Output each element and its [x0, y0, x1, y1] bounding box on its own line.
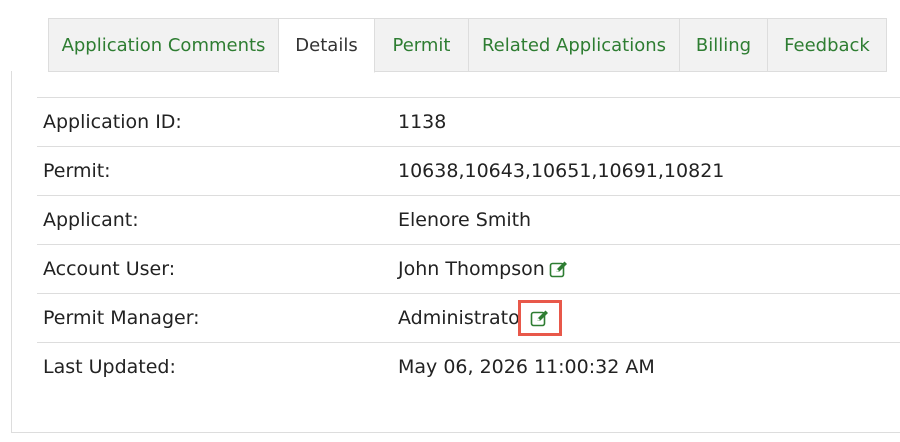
tab-feedback[interactable]: Feedback: [767, 18, 887, 72]
detail-row-last-updated: Last Updated: May 06, 2026 11:00:32 AM: [37, 343, 900, 391]
highlighted-edit-target[interactable]: [517, 300, 562, 336]
account-user-text: John Thompson: [398, 258, 545, 280]
edit-icon: [530, 310, 548, 327]
edit-permit-manager-icon[interactable]: [530, 309, 550, 327]
applicant-label: Applicant:: [43, 209, 139, 231]
last-updated-value: May 06, 2026 11:00:32 AM: [398, 343, 655, 391]
detail-row-application-id: Application ID: 1138: [37, 98, 900, 147]
applicant-value: Elenore Smith: [398, 196, 531, 244]
edit-account-user-icon[interactable]: [549, 260, 569, 278]
detail-row-account-user: Account User: John Thompson: [37, 245, 900, 294]
permit-manager-value: Administrator: [398, 294, 562, 342]
detail-row-permit-manager: Permit Manager: Administrator: [37, 294, 900, 343]
application-page: Application Comments Details Permit Rela…: [0, 0, 900, 442]
detail-row-permit: Permit: 10638,10643,10651,10691,10821: [37, 147, 900, 196]
account-user-label: Account User:: [43, 258, 176, 280]
tab-permit[interactable]: Permit: [374, 18, 469, 72]
permit-value: 10638,10643,10651,10691,10821: [398, 147, 724, 195]
permit-manager-text: Administrator: [398, 307, 528, 329]
tab-bar: Application Comments Details Permit Rela…: [48, 18, 887, 73]
last-updated-text: May 06, 2026 11:00:32 AM: [398, 356, 655, 378]
tab-details[interactable]: Details: [278, 18, 375, 73]
last-updated-label: Last Updated:: [43, 356, 176, 378]
account-user-value: John Thompson: [398, 245, 569, 293]
application-id-text: 1138: [398, 111, 447, 133]
application-id-value: 1138: [398, 98, 446, 146]
applicant-text: Elenore Smith: [398, 209, 532, 231]
permit-text: 10638,10643,10651,10691,10821: [398, 160, 725, 182]
application-id-label: Application ID:: [43, 111, 182, 133]
edit-icon: [549, 261, 567, 278]
tab-application-comments[interactable]: Application Comments: [48, 18, 279, 72]
detail-row-applicant: Applicant: Elenore Smith: [37, 196, 900, 245]
permit-manager-label: Permit Manager:: [43, 307, 200, 329]
details-table: Application ID: 1138 Permit: 10638,10643…: [37, 97, 900, 391]
tab-related-applications[interactable]: Related Applications: [468, 18, 680, 72]
permit-label: Permit:: [43, 160, 111, 182]
tab-billing[interactable]: Billing: [679, 18, 768, 72]
